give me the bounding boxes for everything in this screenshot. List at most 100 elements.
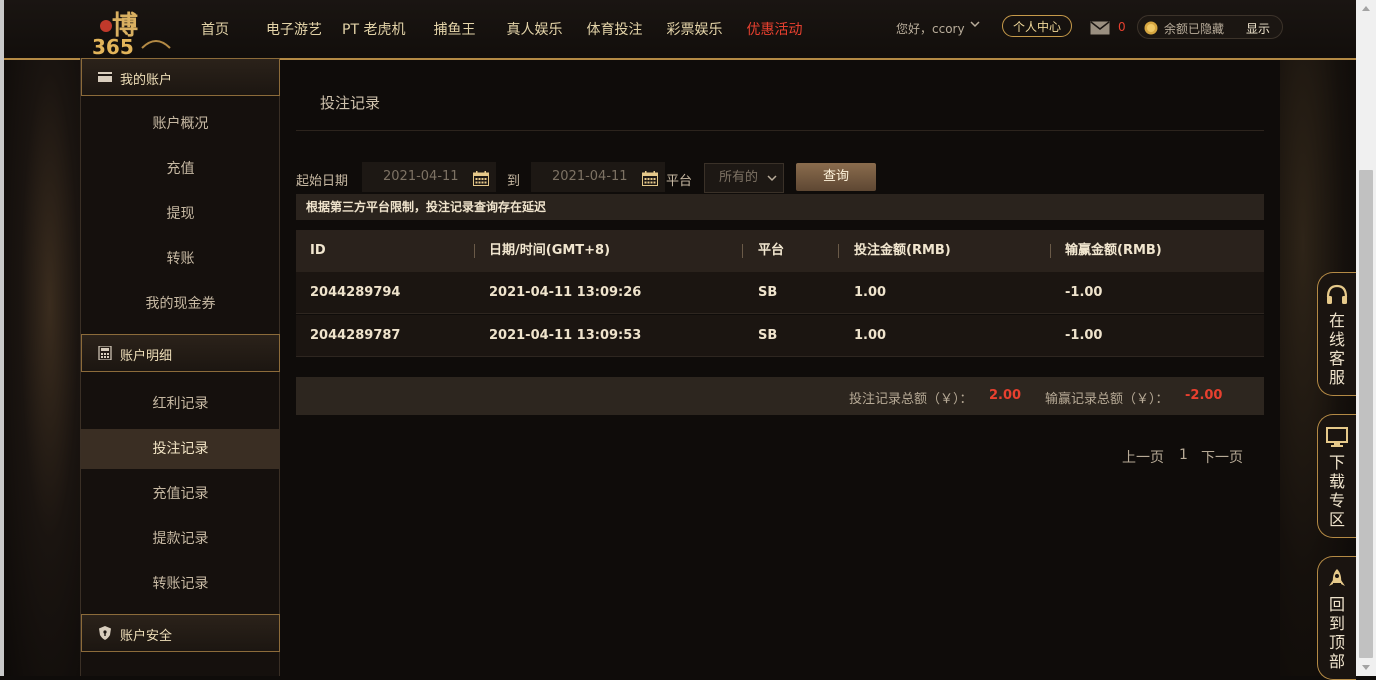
table-row: 2044289787 2021-04-11 13:09:53 SB 1.00 -… [296, 315, 1264, 357]
cell-datetime: 2021-04-11 13:09:26 [489, 285, 642, 300]
personal-center-button[interactable]: 个人中心 [1002, 15, 1072, 37]
prev-page-link[interactable]: 上一页 [1122, 447, 1164, 467]
column-header-bet-amount: 投注金额(RMB) [854, 243, 951, 258]
nav-egames[interactable]: 电子游艺 [266, 19, 322, 39]
column-header-id: ID [310, 243, 326, 258]
sidebar-item-withdraw[interactable]: 提现 [81, 194, 280, 234]
cell-id: 2044289794 [310, 285, 401, 300]
cell-datetime: 2021-04-11 13:09:53 [489, 328, 642, 343]
win-total-label: 输赢记录总额（￥）： [1045, 392, 1169, 407]
table-header: ID 日期/时间(GMT+8) 平台 投注金额(RMB) 输赢金额(RMB) [296, 230, 1264, 272]
sidebar-item-overview[interactable]: 账户概况 [81, 104, 280, 144]
sidebar-item-transfer-records[interactable]: 转账记录 [81, 564, 280, 604]
svg-text:365: 365 [92, 35, 134, 56]
next-page-link[interactable]: 下一页 [1201, 447, 1243, 467]
background-decoration-left [4, 58, 80, 676]
sidebar-section-my-account[interactable]: 我的账户 [81, 58, 280, 96]
balance-hidden-text: 余额已隐藏 [1164, 22, 1225, 36]
calculator-icon [98, 345, 112, 361]
cell-bet-amount: 1.00 [854, 328, 887, 343]
site-logo[interactable]: 博 365 [84, 4, 174, 59]
calendar-icon[interactable] [642, 169, 658, 186]
shield-icon [98, 626, 112, 640]
totals-bar: 投注记录总额（￥）： 2.00 输赢记录总额（￥）： -2.00 [296, 377, 1264, 415]
nav-live-casino[interactable]: 真人娱乐 [506, 19, 562, 39]
sidebar-item-bet-records[interactable]: 投注记录 [81, 429, 280, 469]
top-header: 博 365 首页 电子游艺 PT 老虎机 捕鱼王 真人娱乐 体育投注 彩票娱乐 … [4, 0, 1356, 60]
sidebar-item-withdraw-records[interactable]: 提款记录 [81, 519, 280, 559]
page-title: 投注记录 [320, 94, 381, 112]
sidebar-item-vouchers[interactable]: 我的现金券 [81, 284, 280, 324]
column-header-win-loss: 输赢金额(RMB) [1065, 243, 1162, 258]
page-scrollbar[interactable] [1356, 0, 1376, 676]
delay-notice: 根据第三方平台限制，投注记录查询存在延迟 [296, 194, 1264, 220]
sidebar-item-deposit-records[interactable]: 充值记录 [81, 474, 280, 514]
monitor-icon [1325, 425, 1349, 449]
bet-total-value: 2.00 [989, 388, 1022, 403]
sidebar-section-label: 账户明细 [120, 349, 173, 364]
account-sidebar: 我的账户 账户概况 充值 提现 转账 我的现金券 账户明细 红利记录 投注记录 … [80, 58, 280, 676]
end-date-field[interactable]: 2021-04-11 [531, 162, 665, 192]
cell-platform: SB [758, 328, 778, 343]
cell-platform: SB [758, 285, 778, 300]
end-date-value: 2021-04-11 [552, 169, 628, 184]
back-to-top-label: 回到顶部 [1328, 595, 1345, 671]
cell-win-loss: -1.00 [1065, 285, 1103, 300]
start-date-label: 起始日期 [296, 174, 349, 189]
column-divider [742, 244, 743, 258]
scrollbar-thumb[interactable] [1359, 170, 1373, 658]
online-service-label: 在线客服 [1328, 311, 1345, 387]
sidebar-item-bonus-records[interactable]: 红利记录 [81, 384, 280, 424]
nav-sports[interactable]: 体育投注 [586, 19, 642, 39]
sidebar-section-label: 账户安全 [120, 629, 173, 644]
scroll-up-arrow-icon[interactable] [1356, 0, 1376, 17]
column-divider [474, 244, 475, 258]
coin-icon [1144, 20, 1158, 35]
nav-home[interactable]: 首页 [201, 19, 229, 39]
scroll-down-arrow-icon[interactable] [1356, 659, 1376, 676]
nav-fishing[interactable]: 捕鱼王 [433, 19, 475, 39]
to-label: 到 [507, 174, 521, 189]
sidebar-item-transfer[interactable]: 转账 [81, 239, 280, 279]
calendar-icon[interactable] [473, 169, 489, 186]
main-nav: 首页 电子游艺 PT 老虎机 捕鱼王 真人娱乐 体育投注 彩票娱乐 优惠活动 [190, 0, 802, 58]
platform-select[interactable]: 所有的 [704, 163, 784, 193]
platform-select-value: 所有的 [719, 170, 759, 185]
start-date-field[interactable]: 2021-04-11 [362, 162, 496, 192]
download-area-button[interactable]: 下载专区 [1317, 414, 1356, 538]
nav-promotions[interactable]: 优惠活动 [746, 19, 802, 39]
nav-lottery[interactable]: 彩票娱乐 [666, 19, 722, 39]
card-icon [98, 70, 112, 84]
bet-total-label: 投注记录总额（￥）： [849, 392, 973, 407]
cell-id: 2044289787 [310, 328, 401, 343]
table-row: 2044289794 2021-04-11 13:09:26 SB 1.00 -… [296, 272, 1264, 314]
start-date-value: 2021-04-11 [383, 169, 459, 184]
cell-bet-amount: 1.00 [854, 285, 887, 300]
balance-box: 余额已隐藏 显示 [1137, 15, 1283, 39]
user-greeting[interactable]: 您好，ccory [896, 20, 965, 37]
show-balance-button[interactable]: 显示 [1246, 20, 1270, 37]
online-service-button[interactable]: 在线客服 [1317, 272, 1356, 396]
chevron-down-icon[interactable] [970, 18, 980, 32]
download-area-label: 下载专区 [1328, 453, 1345, 529]
mail-count-badge: 0 [1118, 20, 1126, 34]
platform-label: 平台 [666, 174, 693, 189]
column-divider [1050, 244, 1051, 258]
column-header-platform: 平台 [758, 243, 785, 258]
sidebar-section-account-details[interactable]: 账户明细 [81, 334, 280, 372]
column-header-datetime: 日期/时间(GMT+8) [489, 243, 611, 258]
title-divider [296, 130, 1264, 131]
nav-pt-slots[interactable]: PT 老虎机 [342, 19, 405, 39]
sidebar-item-deposit[interactable]: 充值 [81, 149, 280, 189]
mail-icon[interactable] [1090, 20, 1110, 35]
win-total-value: -2.00 [1185, 388, 1223, 403]
sidebar-section-label: 我的账户 [120, 73, 173, 88]
headset-icon [1325, 283, 1349, 307]
query-button[interactable]: 查询 [796, 163, 876, 191]
cell-win-loss: -1.00 [1065, 328, 1103, 343]
sidebar-section-account-security[interactable]: 账户安全 [81, 614, 280, 652]
page-number[interactable]: 1 [1179, 447, 1188, 463]
rocket-icon [1325, 567, 1349, 591]
back-to-top-button[interactable]: 回到顶部 [1317, 556, 1356, 680]
column-divider [838, 244, 839, 258]
